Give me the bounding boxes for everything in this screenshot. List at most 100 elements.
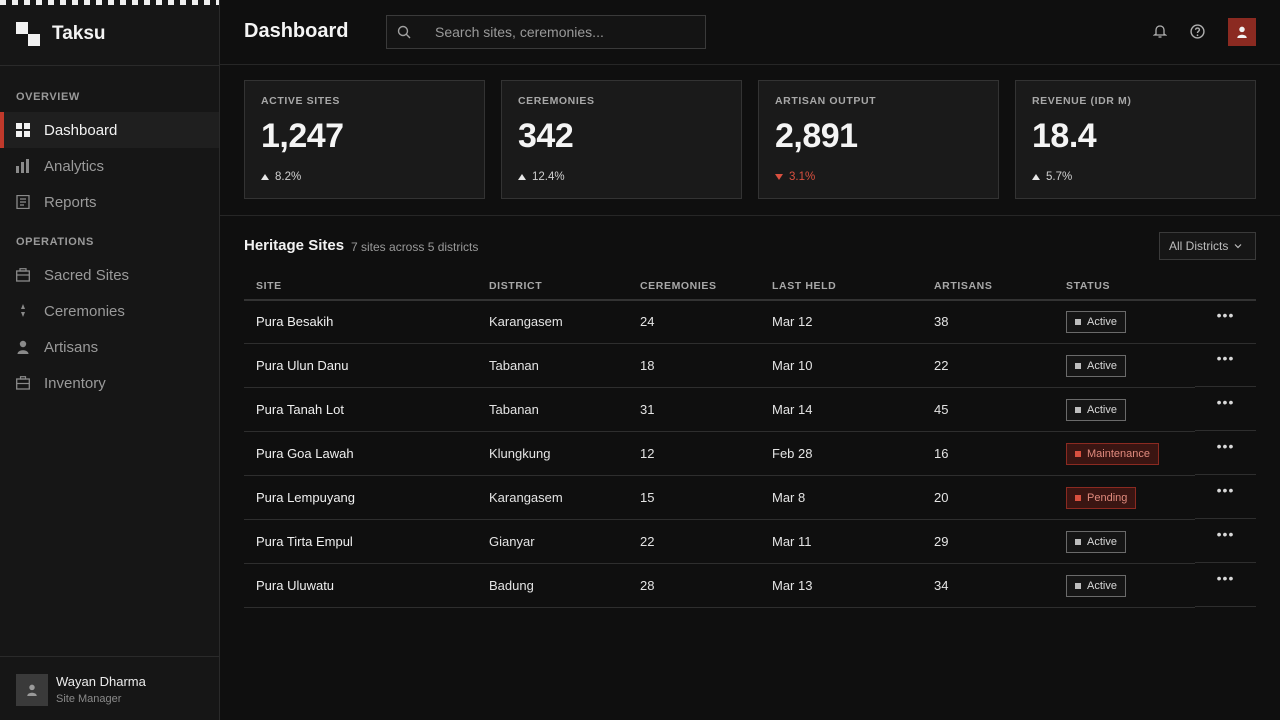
status-dot-icon xyxy=(1075,451,1081,457)
sidebar: Taksu OVERVIEW Dashboard Analytics Repor… xyxy=(0,0,220,720)
sidebar-item-label: Reports xyxy=(44,193,97,211)
sidebar-item-inventory[interactable]: Inventory xyxy=(0,365,219,401)
search-input[interactable] xyxy=(435,23,695,41)
user-name: Wayan Dharma xyxy=(56,674,146,689)
column-header-ceremonies[interactable]: CEREMONIES xyxy=(640,280,717,292)
cell-last-held: Mar 14 xyxy=(772,402,813,417)
box-icon xyxy=(16,376,30,390)
sidebar-item-label: Artisans xyxy=(44,338,99,356)
cell-district: Tabanan xyxy=(489,402,539,417)
search-box[interactable] xyxy=(386,15,706,49)
kpi-value: 342 xyxy=(518,117,574,155)
divider xyxy=(0,65,219,66)
column-header-district[interactable]: DISTRICT xyxy=(489,280,542,292)
cell-district: Karangasem xyxy=(489,490,563,505)
taksu-logo-icon xyxy=(16,22,40,46)
cell-ceremonies: 28 xyxy=(640,578,655,593)
cell-district: Tabanan xyxy=(489,358,539,373)
row-actions-button[interactable]: ••• xyxy=(1195,563,1256,607)
cell-ceremonies: 12 xyxy=(640,446,655,461)
cell-last-held: Mar 11 xyxy=(772,534,812,549)
cell-artisans: 20 xyxy=(934,490,949,505)
cell-ceremonies: 15 xyxy=(640,490,655,505)
cell-ceremonies: 24 xyxy=(640,314,655,329)
table-row[interactable]: Pura Tirta Empul Gianyar 22 Mar 11 29 Ac… xyxy=(244,520,1195,564)
sidebar-item-ceremonies[interactable]: Ceremonies xyxy=(0,293,219,329)
sidebar-item-artisans[interactable]: Artisans xyxy=(0,329,219,365)
kpi-delta: 8.2% xyxy=(261,171,301,183)
status-dot-icon xyxy=(1075,539,1081,545)
district-filter-select[interactable]: All Districts xyxy=(1159,232,1256,260)
table-row[interactable]: Pura Tanah Lot Tabanan 31 Mar 14 45 Acti… xyxy=(244,388,1195,432)
row-actions-button[interactable]: ••• xyxy=(1195,475,1256,519)
row-actions-button[interactable]: ••• xyxy=(1195,519,1256,563)
user-role: Site Manager xyxy=(56,693,122,705)
status-badge: Pending xyxy=(1066,487,1137,509)
help-icon[interactable] xyxy=(1190,24,1206,40)
column-header-status[interactable]: STATUS xyxy=(1066,280,1110,292)
kpi-label: ACTIVE SITES xyxy=(261,95,340,107)
status-dot-icon xyxy=(1075,495,1081,501)
sidebar-item-label: Inventory xyxy=(44,374,106,392)
user-menu-button[interactable] xyxy=(1228,18,1256,46)
sidebar-item-analytics[interactable]: Analytics xyxy=(0,148,219,184)
flame-icon xyxy=(16,304,30,318)
user-profile[interactable]: Wayan Dharma Site Manager xyxy=(0,656,219,720)
row-actions-button[interactable]: ••• xyxy=(1195,431,1256,475)
temple-icon xyxy=(16,268,30,282)
page-title: Dashboard xyxy=(244,20,349,42)
trend-up-icon xyxy=(261,174,269,180)
cell-district: Karangasem xyxy=(489,314,563,329)
sidebar-item-sacred-sites[interactable]: Sacred Sites xyxy=(0,257,219,293)
kpi-delta: 12.4% xyxy=(518,171,565,183)
status-badge: Active xyxy=(1066,311,1126,333)
more-horizontal-icon: ••• xyxy=(1216,482,1235,498)
row-actions-button[interactable]: ••• xyxy=(1195,387,1256,431)
kpi-card-revenue: REVENUE (IDR M) 18.4 5.7% xyxy=(1015,80,1256,199)
cell-last-held: Mar 12 xyxy=(772,314,813,329)
bell-icon[interactable] xyxy=(1152,24,1169,40)
column-header-last-held[interactable]: LAST HELD xyxy=(772,280,836,292)
person-icon xyxy=(1237,26,1247,38)
status-badge: Active xyxy=(1066,531,1126,553)
sidebar-item-reports[interactable]: Reports xyxy=(0,184,219,220)
more-horizontal-icon: ••• xyxy=(1216,438,1235,454)
sidebar-item-label: Sacred Sites xyxy=(44,266,130,284)
more-horizontal-icon: ••• xyxy=(1216,526,1235,542)
table-row[interactable]: Pura Uluwatu Badung 28 Mar 13 34 Active xyxy=(244,564,1195,608)
more-horizontal-icon: ••• xyxy=(1216,570,1235,586)
trend-up-icon xyxy=(518,174,526,180)
document-icon xyxy=(16,195,30,209)
cell-artisans: 16 xyxy=(934,446,949,461)
table-row[interactable]: Pura Ulun Danu Tabanan 18 Mar 10 22 Acti… xyxy=(244,344,1195,388)
row-actions-button[interactable]: ••• xyxy=(1195,343,1256,387)
sidebar-item-dashboard[interactable]: Dashboard xyxy=(0,112,219,148)
status-badge: Maintenance xyxy=(1066,443,1159,465)
column-header-site[interactable]: SITE xyxy=(256,280,282,292)
kpi-delta: 3.1% xyxy=(775,171,815,183)
cell-last-held: Feb 28 xyxy=(772,446,813,461)
kpi-card-ceremonies: CEREMONIES 342 12.4% xyxy=(501,80,742,199)
brand-name: Taksu xyxy=(52,23,106,44)
more-horizontal-icon: ••• xyxy=(1216,307,1235,323)
cell-artisans: 29 xyxy=(934,534,949,549)
avatar xyxy=(16,674,48,706)
column-header-artisans[interactable]: ARTISANS xyxy=(934,280,992,292)
sidebar-item-label: Ceremonies xyxy=(44,302,125,320)
cell-district: Klungkung xyxy=(489,446,551,461)
table-row[interactable]: Pura Lempuyang Karangasem 15 Mar 8 20 Pe… xyxy=(244,476,1195,520)
table-row[interactable]: Pura Besakih Karangasem 24 Mar 12 38 Act… xyxy=(244,300,1195,344)
section-subtitle: 7 sites across 5 districts xyxy=(351,240,479,254)
cell-ceremonies: 22 xyxy=(640,534,655,549)
cell-district: Badung xyxy=(489,578,534,593)
cell-site: Pura Tanah Lot xyxy=(256,402,344,417)
cell-artisans: 45 xyxy=(934,402,949,417)
cell-artisans: 22 xyxy=(934,358,949,373)
sidebar-item-label: Dashboard xyxy=(44,121,118,139)
kpi-card-active-sites: ACTIVE SITES 1,247 8.2% xyxy=(244,80,485,199)
brand[interactable]: Taksu xyxy=(16,22,106,46)
row-actions-button[interactable]: ••• xyxy=(1195,300,1256,344)
search-icon xyxy=(397,25,411,44)
table-row[interactable]: Pura Goa Lawah Klungkung 12 Feb 28 16 Ma… xyxy=(244,432,1195,476)
status-badge: Active xyxy=(1066,575,1126,597)
